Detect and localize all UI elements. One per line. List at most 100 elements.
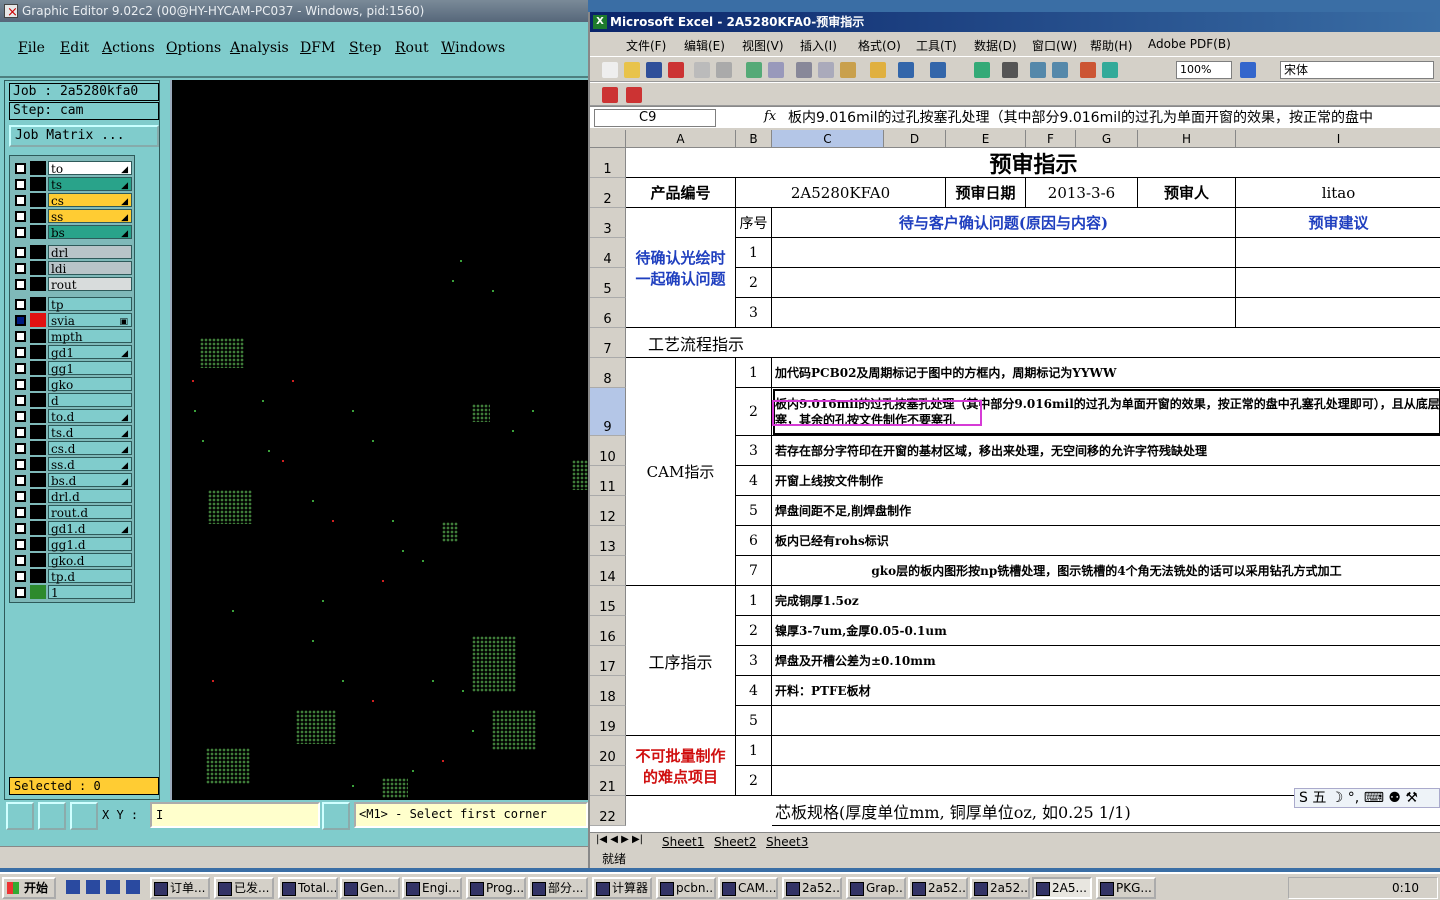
column-header-A[interactable]: A: [626, 130, 736, 148]
column-header-E[interactable]: E: [946, 130, 1026, 148]
layer-checkbox[interactable]: [15, 443, 26, 454]
cut-icon[interactable]: [796, 62, 812, 78]
excel-menu-2[interactable]: 视图(V): [742, 37, 784, 54]
help-icon[interactable]: [1240, 62, 1256, 78]
sort-asc-icon[interactable]: [1030, 62, 1046, 78]
column-header-D[interactable]: D: [884, 130, 946, 148]
cam-item-text[interactable]: 板内已经有rohs标识: [772, 526, 1440, 556]
layer-row-d[interactable]: d: [10, 392, 134, 408]
cam-item-text[interactable]: 焊盘间距不足,削焊盘制作: [772, 496, 1440, 526]
undo-icon[interactable]: [898, 62, 914, 78]
sheet-tab-2[interactable]: Sheet2: [714, 834, 756, 850]
layer-checkbox[interactable]: [15, 315, 26, 326]
layer-name[interactable]: tp.d: [48, 569, 132, 584]
layer-row-1[interactable]: 1: [10, 584, 134, 600]
excel-menu-5[interactable]: 工具(T): [916, 37, 957, 54]
op-item-text[interactable]: 开料：PTFE板材: [772, 676, 1440, 706]
layer-name[interactable]: gko: [48, 377, 132, 392]
cam-item-text[interactable]: 加代码PCB02及周期标记于图中的方框内，周期标记为YYWW: [772, 358, 1440, 388]
layer-name[interactable]: cs.d ◢: [48, 441, 132, 456]
layer-name[interactable]: rout: [48, 277, 132, 292]
taskbar-item-5[interactable]: Prog...: [466, 877, 526, 899]
layer-checkbox[interactable]: [15, 263, 26, 274]
row-header-18[interactable]: 18: [590, 676, 626, 706]
advice-content-2[interactable]: [1236, 268, 1440, 298]
graphic-editor-titlebar[interactable]: Graphic Editor 9.02c2 (00@HY-HYCAM-PC037…: [0, 0, 588, 24]
taskbar-item-12[interactable]: 2a52...: [908, 877, 968, 899]
review-date-value[interactable]: 2013-3-6: [1026, 178, 1138, 208]
excel-menu-1[interactable]: 编辑(E): [684, 37, 725, 54]
row-header-14[interactable]: 14: [590, 556, 626, 586]
row-header-20[interactable]: 20: [590, 736, 626, 766]
op-item-text[interactable]: 焊盘及开槽公差为±0.10mm: [772, 646, 1440, 676]
cam-item-no[interactable]: 7: [736, 556, 772, 586]
layer-row-gd1[interactable]: gd1 ◢: [10, 344, 134, 360]
row-header-8[interactable]: 8: [590, 358, 626, 388]
spreadsheet-grid[interactable]: A B C D E F G H I 1 2 3 4 5 6 7 8 9 10 11 12 13 14 15 16 17 18 19 20…: [590, 130, 1440, 832]
menu-rout[interactable]: Rout: [395, 40, 429, 56]
taskbar-item-0[interactable]: 订单...: [150, 877, 210, 899]
confirm-content-1[interactable]: [772, 238, 1236, 268]
layer-row-svia[interactable]: svia ▣: [10, 312, 134, 328]
hyperlink-icon[interactable]: [974, 62, 990, 78]
op-item-no[interactable]: 5: [736, 706, 772, 736]
hard-item-no[interactable]: 1: [736, 736, 772, 766]
op-item-text[interactable]: 镍厚3-7um,金厚0.05-0.1um: [772, 616, 1440, 646]
row-header-12[interactable]: 12: [590, 496, 626, 526]
row-header-1[interactable]: 1: [590, 148, 626, 178]
op-item-text[interactable]: 完成铜厚1.5oz: [772, 586, 1440, 616]
job-matrix-button[interactable]: Job Matrix ...: [9, 125, 159, 147]
confirm-content-2[interactable]: [772, 268, 1236, 298]
menu-options[interactable]: Options: [166, 40, 221, 56]
layer-row-bs[interactable]: bs ◢: [10, 224, 134, 240]
ime-toolbar[interactable]: S 五 ☽ °, ⌨ ⚉ ⚒: [1294, 788, 1440, 808]
layer-row-mpth[interactable]: mpth: [10, 328, 134, 344]
layer-name[interactable]: gd1.d ◢: [48, 521, 132, 536]
layer-checkbox[interactable]: [15, 475, 26, 486]
layer-name[interactable]: gd1 ◢: [48, 345, 132, 360]
hard-item-text[interactable]: [772, 736, 1440, 766]
open-icon[interactable]: [624, 62, 640, 78]
layer-name[interactable]: tp: [48, 297, 132, 312]
paste-icon[interactable]: [840, 62, 856, 78]
quicklaunch-icons[interactable]: [66, 880, 142, 894]
info-icon[interactable]: [322, 802, 350, 830]
column-header-I[interactable]: I: [1236, 130, 1440, 148]
row-header-16[interactable]: 16: [590, 616, 626, 646]
layer-checkbox[interactable]: [15, 347, 26, 358]
row-header-2[interactable]: 2: [590, 178, 626, 208]
column-header-C[interactable]: C: [772, 130, 884, 148]
taskbar-item-9[interactable]: CAM...: [718, 877, 778, 899]
layer-checkbox[interactable]: [15, 179, 26, 190]
taskbar-item-13[interactable]: 2a52...: [970, 877, 1030, 899]
zoom-fit-icon[interactable]: [6, 802, 34, 830]
layer-checkbox[interactable]: [15, 427, 26, 438]
op-item-no[interactable]: 1: [736, 586, 772, 616]
layer-checkbox[interactable]: [15, 227, 26, 238]
row-header-7[interactable]: 7: [590, 328, 626, 358]
confirm-seq-1[interactable]: 1: [736, 238, 772, 268]
layer-checkbox[interactable]: [15, 379, 26, 390]
layer-name[interactable]: gg1: [48, 361, 132, 376]
layer-row-gko[interactable]: gko: [10, 376, 134, 392]
excel-menu-8[interactable]: 帮助(H): [1090, 37, 1132, 54]
reviewer-value[interactable]: litao: [1236, 178, 1440, 208]
new-icon[interactable]: [602, 62, 618, 78]
excel-menu-7[interactable]: 窗口(W): [1032, 37, 1077, 54]
layer-checkbox[interactable]: [15, 507, 26, 518]
taskbar-item-2[interactable]: Total...: [278, 877, 338, 899]
layer-row-drl[interactable]: drl: [10, 244, 134, 260]
research-icon[interactable]: [768, 62, 784, 78]
font-select[interactable]: 宋体: [1280, 61, 1434, 79]
menu-edit[interactable]: Edit: [60, 40, 89, 56]
layer-checkbox[interactable]: [15, 555, 26, 566]
column-header-H[interactable]: H: [1138, 130, 1236, 148]
layer-row-cs.d[interactable]: cs.d ◢: [10, 440, 134, 456]
menu-file[interactable]: File: [18, 40, 45, 56]
sheet-tab-3[interactable]: Sheet3: [766, 834, 808, 850]
redo-icon[interactable]: [930, 62, 946, 78]
layer-name[interactable]: gko.d: [48, 553, 132, 568]
row-header-13[interactable]: 13: [590, 526, 626, 556]
layer-row-rout.d[interactable]: rout.d: [10, 504, 134, 520]
row-header-17[interactable]: 17: [590, 646, 626, 676]
